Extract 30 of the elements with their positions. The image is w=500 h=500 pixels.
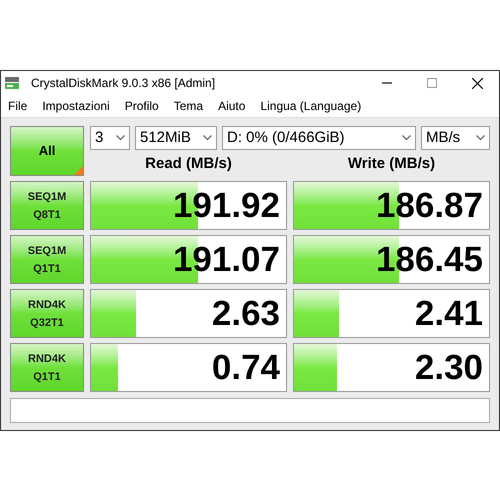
maximize-icon[interactable] — [427, 78, 437, 88]
dropdown[interactable]: D: 0% (0/466GiB) — [222, 126, 416, 150]
menu-item[interactable]: Tema — [174, 97, 204, 115]
dropdown[interactable]: 3 — [90, 126, 130, 150]
chevron-icon — [203, 135, 212, 141]
test-button[interactable]: SEQ1M Q8T1 — [10, 181, 84, 230]
test-button[interactable]: SEQ1M Q1T1 — [10, 235, 84, 284]
comment-field[interactable] — [10, 398, 490, 423]
chevron-icon — [402, 135, 411, 141]
column-header: Write (MB/s) — [346, 154, 436, 174]
menu-item[interactable]: Profilo — [124, 97, 159, 115]
menu-item[interactable]: Aiuto — [218, 97, 246, 115]
column-header: Read (MB/s) — [144, 154, 233, 174]
window-title: CrystalDiskMark 9.0.3 x86 [Admin] — [31, 75, 216, 92]
all-button[interactable]: All — [10, 126, 84, 176]
result-value: 2.63 — [212, 296, 280, 331]
chevron-icon — [476, 135, 485, 141]
dropdown[interactable]: 512MiB — [135, 126, 217, 150]
test-button[interactable]: RND4K Q1T1 — [10, 343, 84, 392]
menu-item[interactable]: Impostazioni — [42, 97, 110, 115]
close-icon[interactable] — [472, 78, 483, 88]
chevron-icon — [116, 135, 125, 141]
dropdown[interactable]: MB/s — [421, 126, 490, 150]
result-value: 2.30 — [414, 350, 483, 385]
disk-icon — [5, 76, 19, 90]
result-value: 0.74 — [212, 350, 280, 385]
menu-item[interactable]: File — [8, 97, 28, 115]
menu-item[interactable]: Lingua (Language) — [260, 97, 362, 115]
test-button[interactable]: RND4K Q32T1 — [10, 289, 84, 338]
result-value: 2.41 — [414, 296, 483, 331]
